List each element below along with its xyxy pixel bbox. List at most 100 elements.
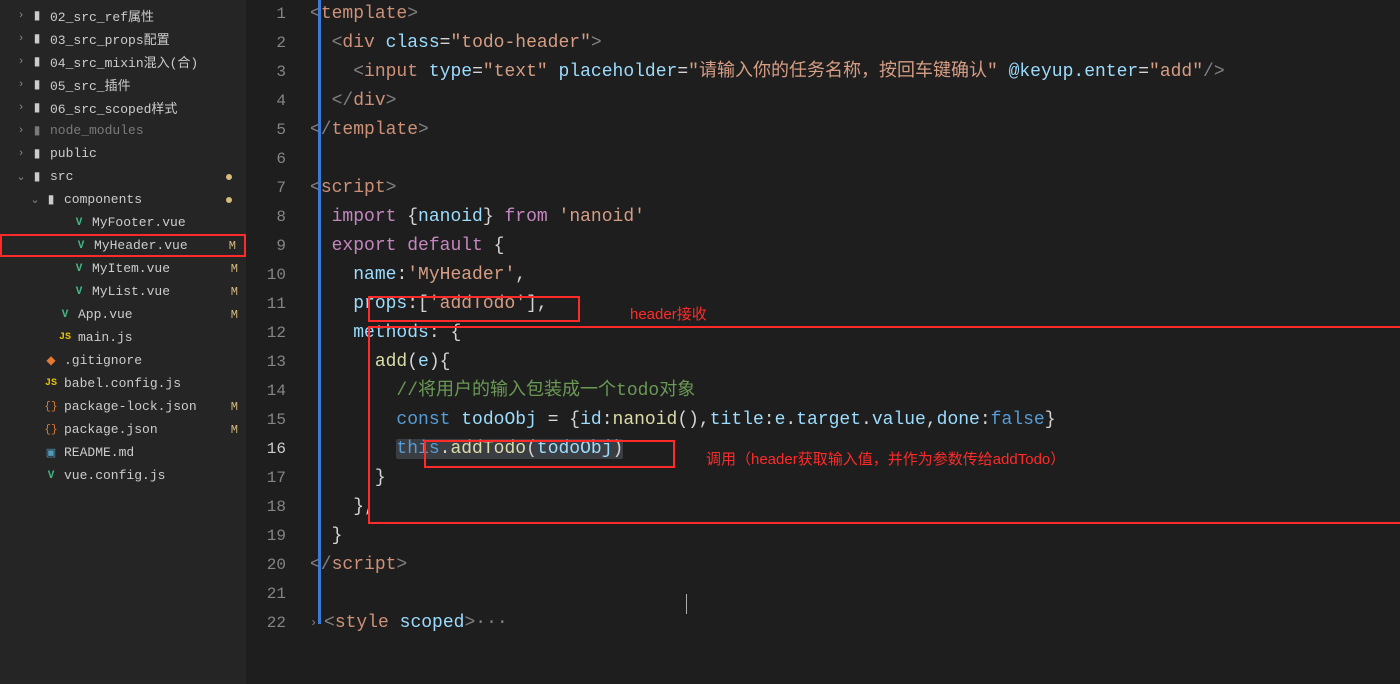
json-file-icon: {} bbox=[42, 424, 60, 436]
code-line[interactable]: 20</script> bbox=[246, 551, 1400, 580]
chevron-right-icon: › bbox=[14, 33, 28, 45]
code-line[interactable]: 12 methods: { bbox=[246, 319, 1400, 348]
folder-icon: ▮ bbox=[28, 146, 46, 161]
code-line[interactable]: 19 } bbox=[246, 522, 1400, 551]
tree-item[interactable]: ›▮05_src_插件 bbox=[0, 73, 246, 96]
chevron-down-icon: ⌄ bbox=[28, 193, 42, 207]
tree-item-label: App.vue bbox=[78, 307, 133, 322]
code-line[interactable]: 10 name:'MyHeader', bbox=[246, 261, 1400, 290]
code-content[interactable]: import {nanoid} from 'nanoid' bbox=[310, 203, 1400, 232]
tree-item[interactable]: VMyFooter.vue bbox=[0, 211, 246, 234]
code-content[interactable]: methods: { bbox=[310, 319, 1400, 348]
code-line[interactable]: 1<template> bbox=[246, 0, 1400, 29]
vue-file-icon: V bbox=[56, 309, 74, 321]
vcs-dot bbox=[226, 197, 232, 203]
tree-item-label: 04_src_mixin混入(合) bbox=[50, 52, 198, 71]
code-content[interactable]: }, bbox=[310, 493, 1400, 522]
tree-item[interactable]: Vvue.config.js bbox=[0, 464, 246, 487]
code-content[interactable]: const todoObj = {id:nanoid(),title:e.tar… bbox=[310, 406, 1400, 435]
tree-item[interactable]: ›▮04_src_mixin混入(合) bbox=[0, 50, 246, 73]
code-line[interactable]: 15 const todoObj = {id:nanoid(),title:e.… bbox=[246, 406, 1400, 435]
annotation-label-2: 调用（header获取输入值，并作为参数传给addTodo） bbox=[706, 445, 1065, 474]
code-line[interactable]: 3 <input type="text" placeholder="请输入你的任… bbox=[246, 58, 1400, 87]
tree-item[interactable]: JSbabel.config.js bbox=[0, 372, 246, 395]
code-line[interactable]: 21 bbox=[246, 580, 1400, 609]
text-cursor bbox=[686, 594, 687, 614]
code-line[interactable]: 13 add(e){ bbox=[246, 348, 1400, 377]
line-number: 12 bbox=[246, 319, 310, 348]
line-number: 1 bbox=[246, 0, 310, 29]
line-number: 11 bbox=[246, 290, 310, 319]
code-line[interactable]: 6 bbox=[246, 145, 1400, 174]
code-content[interactable]: //将用户的输入包装成一个todo对象 bbox=[310, 377, 1400, 406]
vcs-status: M bbox=[231, 308, 238, 322]
tree-item[interactable]: {}package-lock.jsonM bbox=[0, 395, 246, 418]
chevron-right-icon: › bbox=[14, 148, 28, 160]
code-content[interactable]: <script> bbox=[310, 174, 1400, 203]
code-line[interactable]: 18 }, bbox=[246, 493, 1400, 522]
tree-item[interactable]: ⌄▮components bbox=[0, 188, 246, 211]
vue-file-icon: V bbox=[70, 217, 88, 229]
code-content[interactable]: <template> bbox=[310, 0, 1400, 29]
tree-item[interactable]: ›▮public bbox=[0, 142, 246, 165]
tree-item[interactable]: ›▮06_src_scoped样式 bbox=[0, 96, 246, 119]
tree-item-label: package.json bbox=[64, 422, 158, 437]
line-number: 17 bbox=[246, 464, 310, 493]
code-line[interactable]: 11 props:['addTodo'], bbox=[246, 290, 1400, 319]
folder-icon: ▮ bbox=[42, 192, 60, 207]
json-file-icon: {} bbox=[42, 401, 60, 413]
file-explorer[interactable]: ›▮02_src_ref属性›▮03_src_props配置›▮04_src_m… bbox=[0, 0, 246, 684]
line-number: 15 bbox=[246, 406, 310, 435]
fold-chevron-icon[interactable]: › bbox=[310, 609, 324, 638]
code-content[interactable]: </script> bbox=[310, 551, 1400, 580]
tree-item-label: 06_src_scoped样式 bbox=[50, 98, 177, 117]
chevron-right-icon: › bbox=[14, 102, 28, 114]
vcs-status: M bbox=[231, 400, 238, 414]
code-content[interactable]: add(e){ bbox=[310, 348, 1400, 377]
tree-item[interactable]: VMyHeader.vueM bbox=[0, 234, 246, 257]
tree-item[interactable]: V App.vue M bbox=[0, 303, 246, 326]
code-content[interactable]: </template> bbox=[310, 116, 1400, 145]
vcs-status: M bbox=[229, 239, 236, 253]
tree-item[interactable]: VMyList.vueM bbox=[0, 280, 246, 303]
tree-item[interactable]: JSmain.js bbox=[0, 326, 246, 349]
tree-item[interactable]: ▣README.md bbox=[0, 441, 246, 464]
code-content[interactable]: <input type="text" placeholder="请输入你的任务名… bbox=[310, 58, 1400, 87]
line-number: 2 bbox=[246, 29, 310, 58]
code-content[interactable]: } bbox=[310, 522, 1400, 551]
code-content[interactable]: <style scoped>··· bbox=[324, 609, 1400, 638]
tree-item[interactable]: ◆.gitignore bbox=[0, 349, 246, 372]
code-line[interactable]: 2 <div class="todo-header"> bbox=[246, 29, 1400, 58]
line-number: 14 bbox=[246, 377, 310, 406]
code-line[interactable]: 4 </div> bbox=[246, 87, 1400, 116]
code-line[interactable]: 7<script> bbox=[246, 174, 1400, 203]
tree-item[interactable]: VMyItem.vueM bbox=[0, 257, 246, 280]
folder-icon: ▮ bbox=[28, 123, 46, 138]
code-line[interactable]: 8 import {nanoid} from 'nanoid' bbox=[246, 203, 1400, 232]
tree-item[interactable]: ›▮03_src_props配置 bbox=[0, 27, 246, 50]
line-number: 4 bbox=[246, 87, 310, 116]
code-line[interactable]: 22›<style scoped>··· bbox=[246, 609, 1400, 638]
tree-item[interactable]: {}package.jsonM bbox=[0, 418, 246, 441]
folder-icon: ▮ bbox=[28, 31, 46, 46]
js-file-icon: JS bbox=[56, 332, 74, 343]
folder-icon: ▮ bbox=[28, 77, 46, 92]
code-content[interactable]: export default { bbox=[310, 232, 1400, 261]
tree-item[interactable]: ›▮02_src_ref属性 bbox=[0, 4, 246, 27]
tree-item[interactable]: ⌄▮src bbox=[0, 165, 246, 188]
code-line[interactable]: 9 export default { bbox=[246, 232, 1400, 261]
line-number: 9 bbox=[246, 232, 310, 261]
tree-item[interactable]: ›▮node_modules bbox=[0, 119, 246, 142]
code-content[interactable]: <div class="todo-header"> bbox=[310, 29, 1400, 58]
line-number: 21 bbox=[246, 580, 310, 609]
line-number: 3 bbox=[246, 58, 310, 87]
chevron-right-icon: › bbox=[14, 79, 28, 91]
code-line[interactable]: 14 //将用户的输入包装成一个todo对象 bbox=[246, 377, 1400, 406]
code-content[interactable]: props:['addTodo'], bbox=[310, 290, 1400, 319]
code-editor[interactable]: 1<template>2 <div class="todo-header">3 … bbox=[246, 0, 1400, 684]
tree-item-label: vue.config.js bbox=[64, 468, 165, 483]
code-content[interactable]: </div> bbox=[310, 87, 1400, 116]
code-line[interactable]: 5</template> bbox=[246, 116, 1400, 145]
vcs-status: M bbox=[231, 285, 238, 299]
code-content[interactable]: name:'MyHeader', bbox=[310, 261, 1400, 290]
